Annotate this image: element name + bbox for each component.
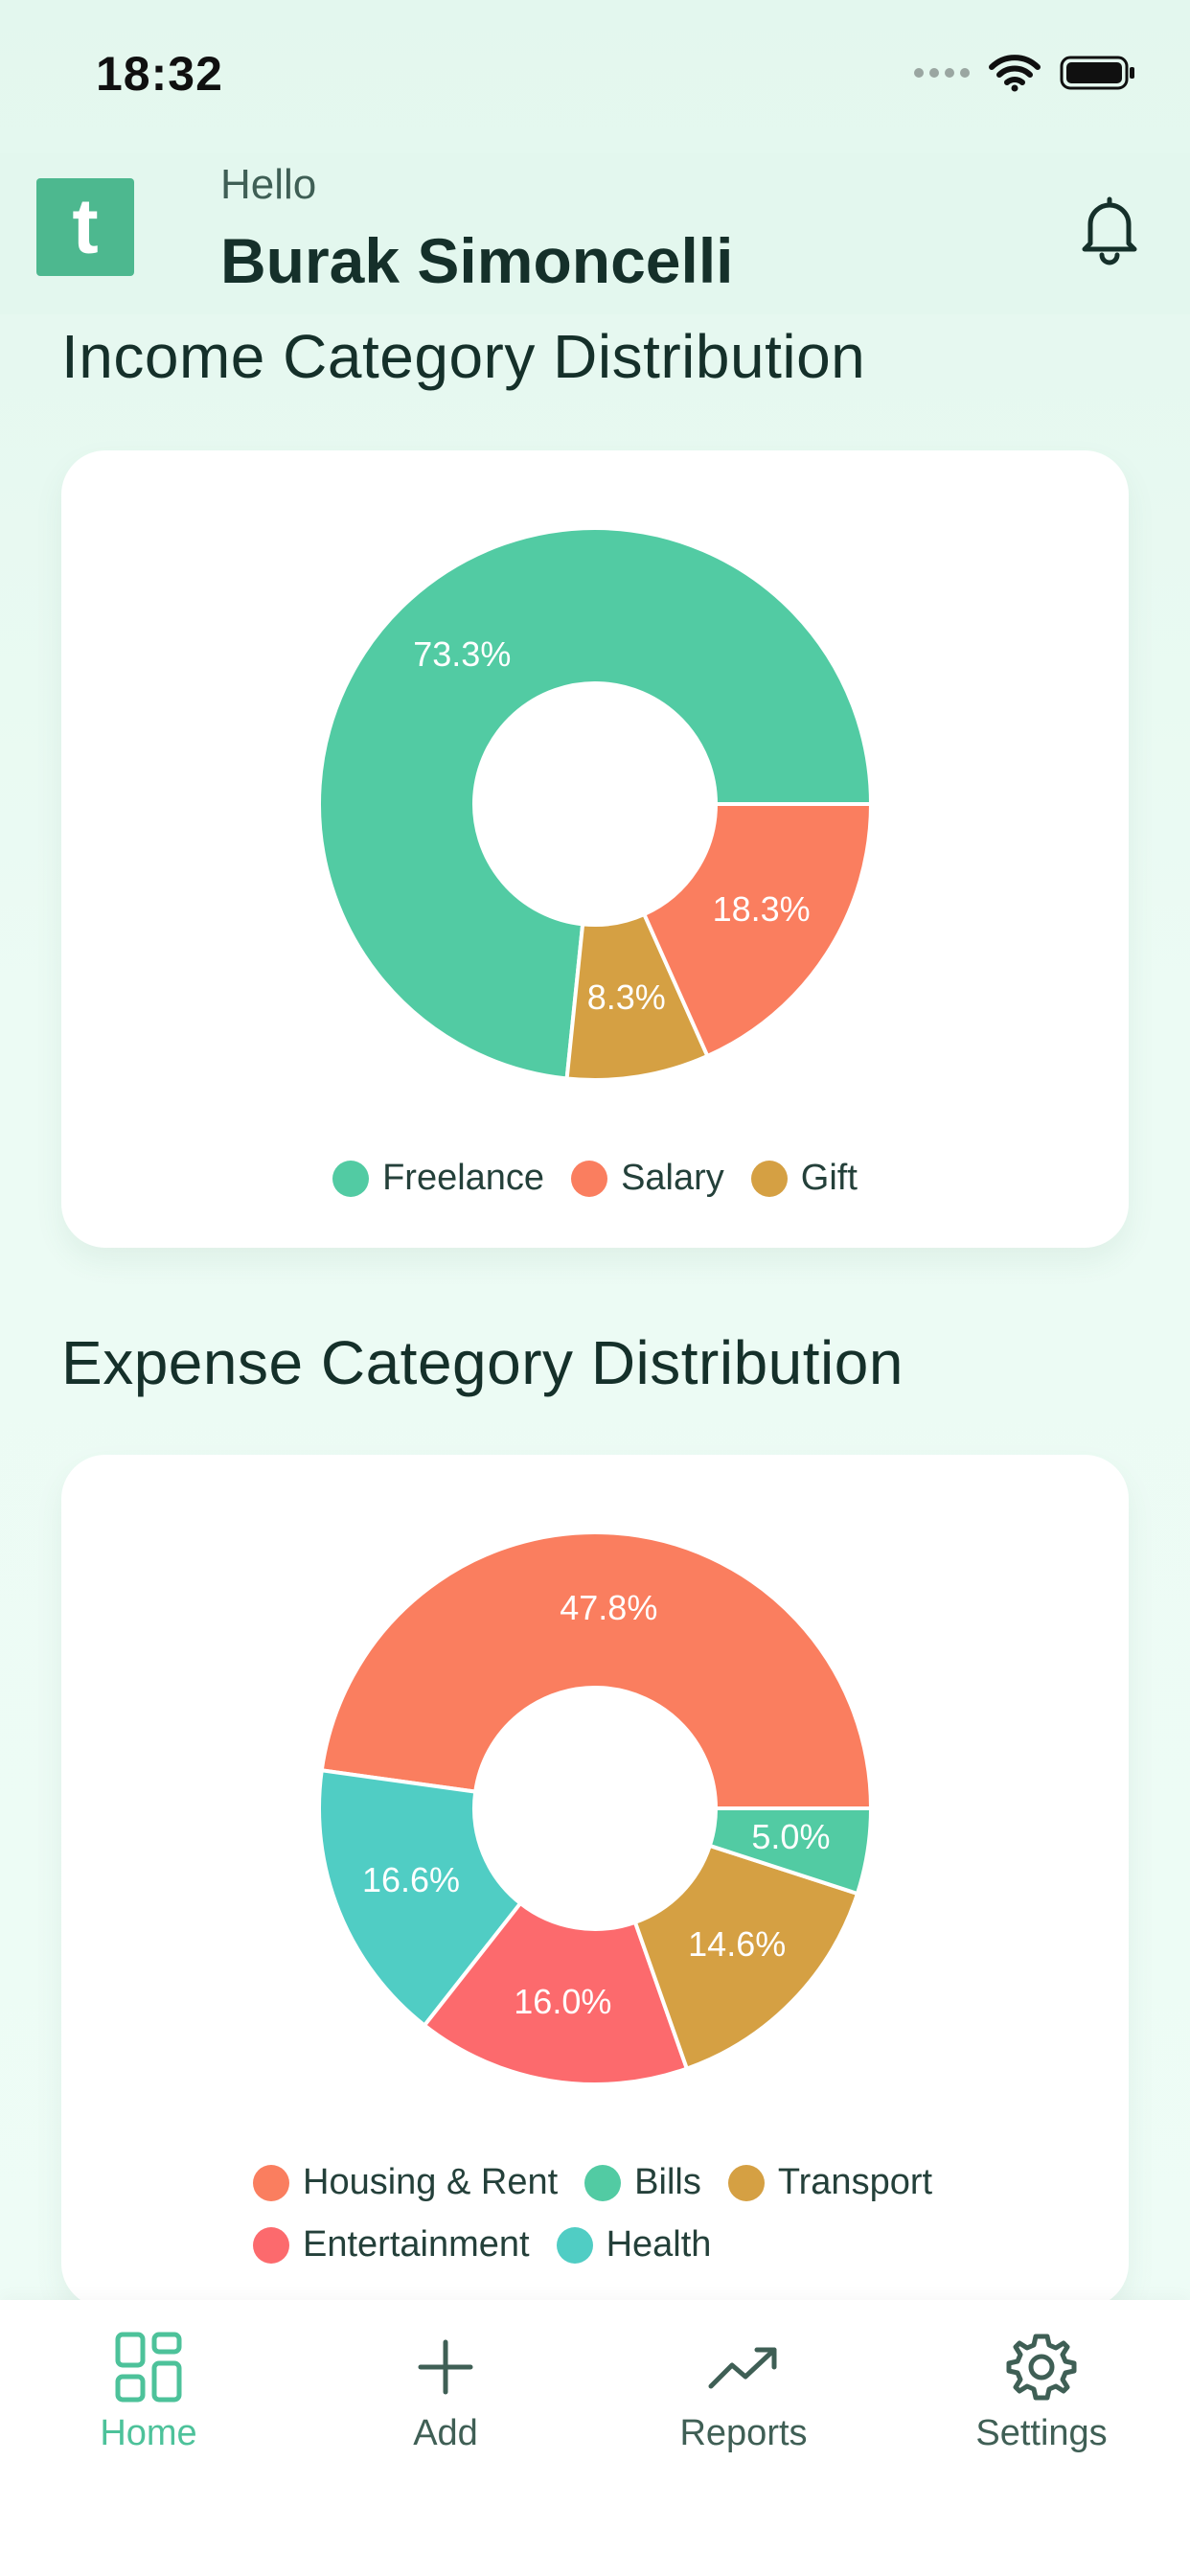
trend-up-icon	[708, 2347, 777, 2389]
plus-icon	[418, 2339, 473, 2395]
legend-label-salary: Salary	[621, 1158, 724, 1198]
legend-item-salary[interactable]: Salary	[571, 1158, 724, 1199]
bottom-navigation: Home Add Reports Settings	[0, 2300, 1190, 2576]
app-header: t Hello Burak Simoncelli	[0, 153, 1190, 314]
legend-label-freelance: Freelance	[382, 1158, 545, 1198]
income-legend: Freelance Salary Gift	[61, 1158, 1129, 1199]
status-time: 18:32	[96, 47, 223, 101]
slice-housing-rent[interactable]	[319, 1530, 874, 1810]
expense-legend: Housing & Rent Bills Transport Entertainmen…	[253, 2162, 937, 2266]
wifi-icon	[989, 55, 1041, 92]
legend-dot-gift	[750, 1160, 788, 1197]
legend-label-entertainment: Entertainment	[303, 2224, 530, 2265]
grid-icon	[115, 2332, 182, 2403]
slice-label-bills: 5.0%	[751, 1817, 830, 1856]
greeting-text: Hello	[220, 161, 317, 208]
legend-item-gift[interactable]: Gift	[750, 1158, 858, 1199]
nav-reports[interactable]: Reports	[619, 2329, 868, 2472]
legend-item-health[interactable]: Health	[556, 2224, 712, 2266]
income-donut-chart: 73.3% 8.3% 18.3%	[317, 526, 874, 1082]
legend-item-transport[interactable]: Transport	[727, 2162, 933, 2203]
legend-dot-freelance	[332, 1160, 370, 1197]
legend-dot-bills	[584, 2164, 622, 2201]
expense-section-title: Expense Category Distribution	[61, 1328, 904, 1397]
legend-label-transport: Transport	[777, 2162, 933, 2202]
legend-label-gift: Gift	[800, 1158, 858, 1198]
slice-label-salary: 18.3%	[713, 889, 811, 929]
slice-label-freelance: 73.3%	[413, 634, 511, 674]
app-logo: t	[36, 178, 134, 276]
gear-icon	[1006, 2334, 1077, 2401]
slice-label-health: 16.6%	[362, 1860, 460, 1899]
slice-label-housing-rent: 47.8%	[560, 1588, 657, 1627]
slice-label-entertainment: 16.0%	[514, 1982, 611, 2021]
legend-label-housing-rent: Housing & Rent	[303, 2162, 559, 2202]
bell-icon[interactable]	[1071, 190, 1148, 266]
status-bar: 18:32	[0, 0, 1190, 153]
nav-label-home: Home	[100, 2413, 197, 2453]
income-section-title: Income Category Distribution	[61, 322, 866, 391]
battery-icon	[1060, 56, 1134, 90]
legend-dot-salary	[571, 1160, 608, 1197]
legend-label-bills: Bills	[634, 2162, 701, 2202]
legend-dot-health	[556, 2226, 593, 2264]
expense-chart-card: 47.8% 16.6% 16.0% 14.6% 5.0% Housing & Rent B…	[61, 1455, 1129, 2308]
legend-item-housing-rent[interactable]: Housing & Rent	[253, 2162, 558, 2203]
user-name: Burak Simoncelli	[220, 225, 734, 296]
nav-home[interactable]: Home	[24, 2329, 273, 2472]
status-icons	[914, 54, 1136, 92]
slice-label-gift: 8.3%	[587, 978, 666, 1017]
legend-dot-entertainment	[253, 2226, 289, 2264]
nav-label-add: Add	[413, 2413, 478, 2453]
cellular-signal-icon	[914, 68, 970, 78]
legend-item-entertainment[interactable]: Entertainment	[253, 2224, 530, 2266]
legend-item-bills[interactable]: Bills	[584, 2162, 701, 2203]
nav-label-reports: Reports	[679, 2413, 808, 2453]
legend-label-health: Health	[606, 2224, 712, 2265]
legend-item-freelance[interactable]: Freelance	[332, 1158, 544, 1199]
nav-settings[interactable]: Settings	[917, 2329, 1166, 2472]
nav-label-settings: Settings	[975, 2413, 1108, 2453]
legend-dot-housing-rent	[253, 2164, 289, 2201]
nav-add[interactable]: Add	[321, 2329, 570, 2472]
legend-dot-transport	[727, 2164, 765, 2201]
slice-label-transport: 14.6%	[688, 1924, 786, 1964]
income-chart-card: 73.3% 8.3% 18.3% Freelance Salary Gift	[61, 450, 1129, 1248]
